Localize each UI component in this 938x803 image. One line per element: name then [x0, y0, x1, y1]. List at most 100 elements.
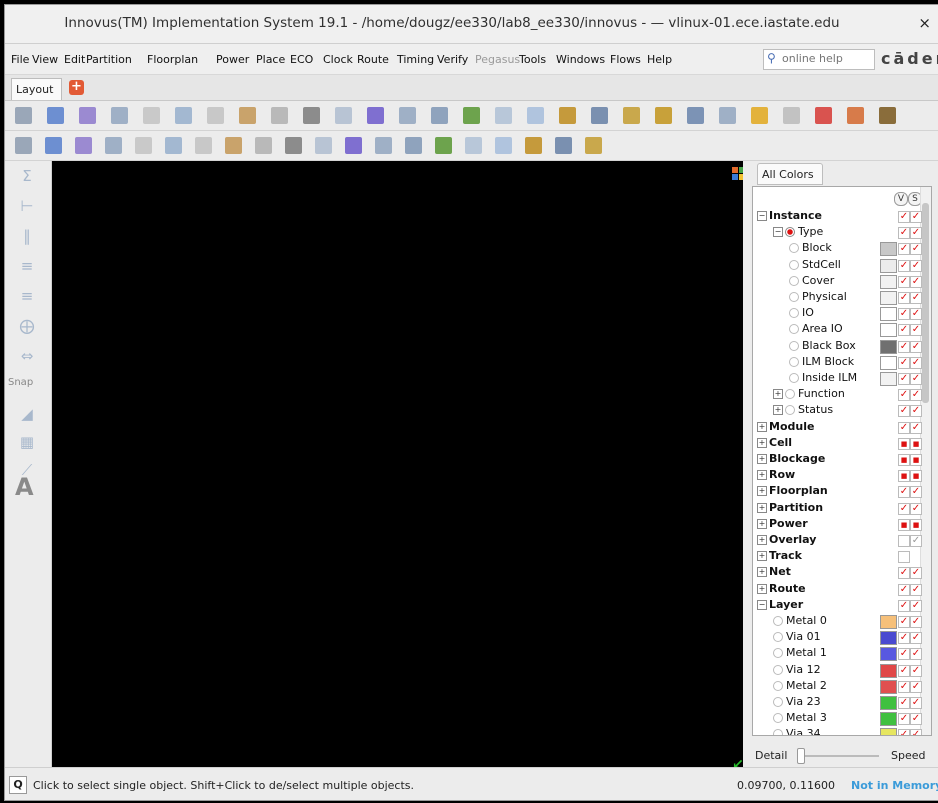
expand-icon[interactable]: + [757, 502, 767, 513]
layer-row-metal-2[interactable]: Metal 2 ✓ ✓ [753, 678, 931, 694]
expand-icon[interactable]: + [757, 470, 767, 481]
visible-checkbox[interactable]: ✓ [898, 324, 910, 337]
radio-icon[interactable] [789, 275, 799, 286]
expand-icon[interactable]: + [757, 486, 767, 497]
radio-icon[interactable] [789, 243, 799, 254]
layer-row-black-box[interactable]: Black Box ✓ ✓ [753, 338, 931, 354]
zoom-area-icon[interactable] [431, 107, 448, 124]
visible-checkbox[interactable]: ✓ [898, 486, 910, 499]
layer-row-via-34[interactable]: Via 34 ✓ ✓ [753, 726, 931, 735]
selectable-checkbox[interactable]: ✓ [910, 421, 922, 434]
v-distribute-tool-icon[interactable]: ≡ [18, 287, 36, 305]
tab-all-colors[interactable]: All Colors [757, 163, 823, 185]
pyramid-icon[interactable] [687, 107, 704, 124]
expand-icon[interactable]: + [757, 437, 767, 448]
visible-checkbox[interactable]: ■ [898, 454, 910, 466]
color-squares-icon[interactable] [195, 137, 212, 154]
green-square-icon[interactable] [165, 137, 182, 154]
pan-icon[interactable] [463, 107, 480, 124]
color-swatch[interactable] [880, 291, 897, 305]
radio-icon[interactable] [789, 308, 799, 319]
menu-windows[interactable]: Windows [556, 53, 605, 66]
radio-icon[interactable] [785, 405, 795, 416]
menu-timing[interactable]: Timing [397, 53, 434, 66]
selectable-checkbox[interactable]: ✓ [910, 567, 922, 580]
chip-icon[interactable] [135, 137, 152, 154]
color-icon[interactable] [783, 107, 800, 124]
selectable-checkbox[interactable]: ✓ [910, 599, 922, 612]
visible-checkbox[interactable]: ✓ [898, 664, 910, 677]
radio-icon[interactable] [789, 356, 799, 367]
color-swatch[interactable] [880, 679, 897, 694]
visible-checkbox[interactable]: ✓ [898, 227, 910, 240]
selectable-checkbox[interactable]: ✓ [910, 486, 922, 499]
radio-icon[interactable] [789, 373, 799, 383]
selectable-checkbox[interactable]: ✓ [910, 583, 922, 596]
grid-icon[interactable] [655, 107, 672, 124]
route-tool-icon[interactable] [239, 107, 256, 124]
visible-checkbox[interactable]: ✓ [898, 373, 910, 385]
menu-eco[interactable]: ECO [290, 53, 313, 66]
layer-row-area-io[interactable]: Area IO ✓ ✓ [753, 321, 931, 338]
selectable-checkbox[interactable]: ✓ [910, 713, 922, 726]
layer-row-track[interactable]: + Track [753, 548, 931, 564]
color-swatch[interactable] [880, 355, 897, 370]
expand-icon[interactable]: + [757, 583, 767, 594]
add-tab-icon[interactable]: + [69, 80, 84, 95]
v-align-tool-icon[interactable]: ‖ [18, 227, 36, 245]
visible-checkbox[interactable]: ✓ [898, 616, 910, 628]
snowflake-icon[interactable] [45, 137, 62, 154]
visible-column-header[interactable]: V [894, 192, 908, 206]
layer-row-module[interactable]: + Module ✓ ✓ [753, 419, 931, 435]
menu-verify[interactable]: Verify [437, 53, 468, 66]
radio-icon[interactable] [773, 632, 783, 643]
color-squares-2-icon[interactable] [225, 137, 242, 154]
menu-tools[interactable]: Tools [519, 53, 546, 66]
color-swatch[interactable] [880, 274, 897, 289]
expand-icon[interactable]: + [757, 421, 767, 432]
collapse-icon[interactable]: − [757, 211, 767, 221]
expand-icon[interactable]: + [773, 389, 783, 400]
radio-icon[interactable] [789, 259, 799, 270]
layer-row-cell[interactable]: + Cell ■ ■ [753, 435, 931, 451]
color-swatch[interactable] [880, 696, 897, 710]
menu-help[interactable]: Help [647, 53, 672, 66]
move-icon[interactable] [315, 137, 332, 154]
visible-checkbox[interactable] [898, 535, 910, 547]
stretch-icon[interactable] [345, 137, 362, 154]
layer-row-metal-1[interactable]: Metal 1 ✓ ✓ [753, 645, 931, 662]
visible-checkbox[interactable]: ✓ [898, 259, 910, 272]
user-icon[interactable] [559, 107, 576, 124]
layer-row-partition[interactable]: + Partition ✓ ✓ [753, 500, 931, 516]
edit-wire-icon[interactable] [465, 137, 482, 154]
selectable-checkbox[interactable]: ✓ [910, 227, 922, 240]
selectable-checkbox[interactable]: ■ [910, 437, 922, 450]
layer-row-power[interactable]: + Power ■ ■ [753, 516, 931, 532]
selectable-checkbox[interactable]: ✓ [910, 356, 922, 369]
undo-icon[interactable] [143, 107, 160, 124]
layer-row-stdcell[interactable]: StdCell ✓ ✓ [753, 257, 931, 273]
cut-icon[interactable] [375, 137, 392, 154]
selectable-checkbox[interactable]: ✓ [910, 632, 922, 645]
visible-checkbox[interactable]: ✓ [898, 599, 910, 612]
palette-icon[interactable] [525, 137, 542, 154]
selectable-checkbox[interactable]: ✓ [910, 324, 922, 337]
radio-icon[interactable] [789, 324, 799, 335]
color-swatch[interactable] [880, 242, 897, 257]
menu-partition[interactable]: Partition [86, 53, 132, 66]
radio-icon[interactable] [789, 292, 799, 302]
help-search-box[interactable]: ⚲ [763, 49, 875, 70]
layer-row-ilm-block[interactable]: ILM Block ✓ ✓ [753, 354, 931, 370]
color-swatch[interactable] [880, 728, 897, 735]
radio-icon[interactable] [773, 713, 783, 724]
selectable-checkbox[interactable]: ✓ [910, 259, 922, 272]
visible-checkbox[interactable]: ✓ [898, 356, 910, 369]
flag-icon[interactable] [847, 107, 864, 124]
visible-checkbox[interactable]: ✓ [898, 421, 910, 434]
fit-view-icon[interactable] [335, 107, 352, 124]
layer-row-cover[interactable]: Cover ✓ ✓ [753, 273, 931, 289]
layer-row-inside-ilm[interactable]: Inside ILM ✓ ✓ [753, 370, 931, 386]
color-swatch[interactable] [880, 323, 897, 338]
expand-icon[interactable]: + [757, 454, 767, 464]
stretch-tool-icon[interactable]: ⇔ [18, 347, 36, 365]
